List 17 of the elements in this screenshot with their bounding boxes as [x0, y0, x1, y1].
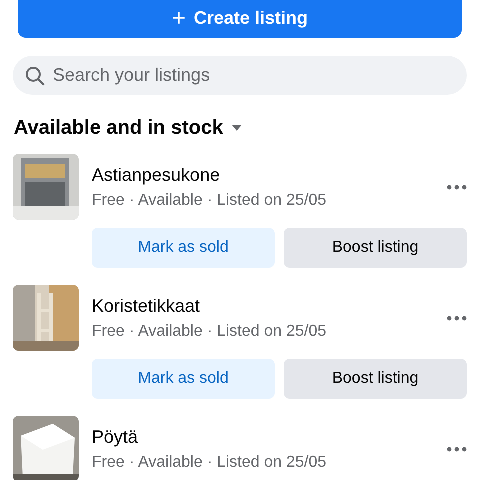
listing-title[interactable]: Koristetikkaat [92, 296, 447, 316]
listing-title[interactable]: Astianpesukone [92, 164, 447, 186]
listing-title[interactable]: Pöytä [92, 426, 447, 448]
mark-as-sold-button[interactable]: Mark as sold [92, 359, 275, 399]
more-icon[interactable] [447, 184, 467, 190]
boost-listing-button[interactable]: Boost listing [284, 359, 467, 399]
listing-details: Free · Available · Listed on 25/05 [92, 454, 328, 472]
more-icon[interactable] [447, 446, 467, 452]
more-icon[interactable] [447, 316, 467, 320]
caret-icon[interactable] [231, 125, 244, 132]
boost-listing-button[interactable]: Boost listing [284, 228, 467, 268]
mark-as-sold-button[interactable]: Mark as sold [92, 228, 275, 268]
listing-details: Free · Available · Listed on 25/05 [92, 322, 328, 340]
section-title: Available and in stock [14, 117, 224, 140]
listing-details: Free · Available · Listed on 25/05 [92, 192, 328, 210]
search-field[interactable]: Search your listings [13, 56, 467, 95]
create-listing-button[interactable]: + Create listing [18, 0, 462, 38]
